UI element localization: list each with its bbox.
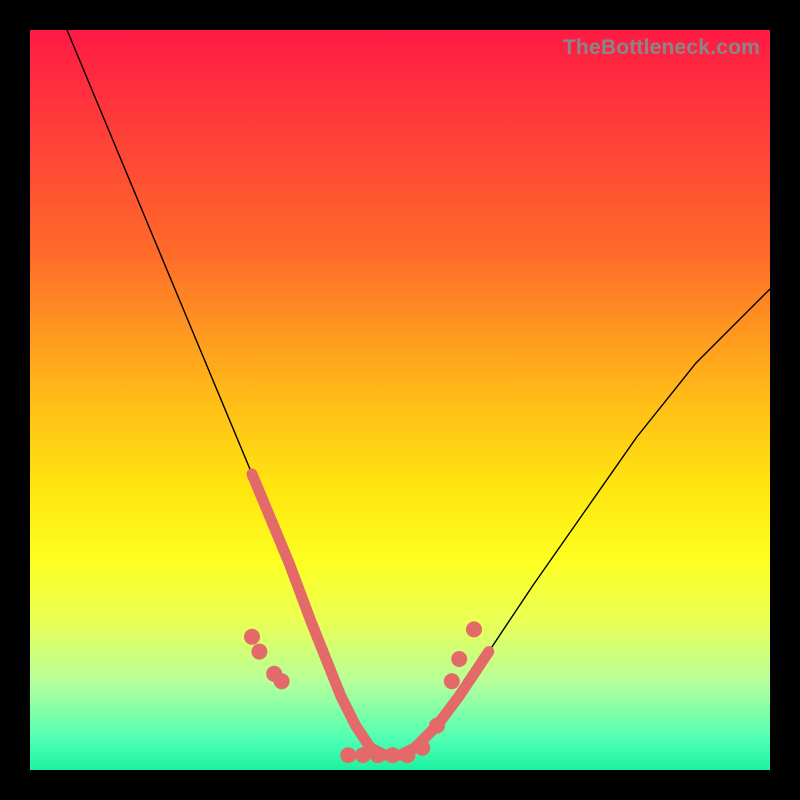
highlight-dot bbox=[466, 621, 482, 637]
highlight-dot bbox=[451, 651, 467, 667]
highlight-dot bbox=[355, 747, 371, 763]
highlight-dot bbox=[414, 740, 430, 756]
highlight-dot bbox=[429, 718, 445, 734]
highlight-dot bbox=[444, 673, 460, 689]
highlight-dot bbox=[251, 644, 267, 660]
highlight-dot bbox=[244, 629, 260, 645]
highlight-dot bbox=[274, 673, 290, 689]
highlight-dot bbox=[340, 747, 356, 763]
plot-area: TheBottleneck.com bbox=[30, 30, 770, 770]
bottleneck-curve bbox=[30, 30, 770, 755]
curve-svg bbox=[30, 30, 770, 770]
highlight-dot bbox=[399, 747, 415, 763]
highlight-dot bbox=[370, 747, 386, 763]
chart-frame: TheBottleneck.com bbox=[0, 0, 800, 800]
highlight-band bbox=[252, 474, 489, 755]
highlight-dot bbox=[385, 747, 401, 763]
